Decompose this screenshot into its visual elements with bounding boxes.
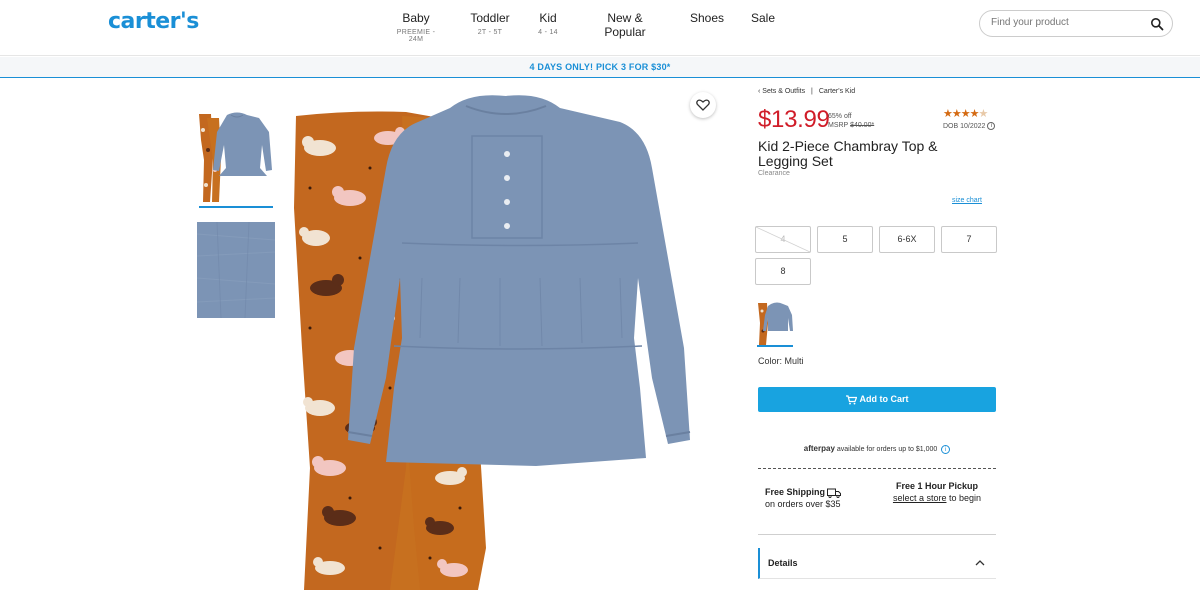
color-swatch-image (757, 301, 793, 345)
site-header: carter's Baby PREEMIE - 24M Toddler 2T -… (0, 0, 1200, 56)
msrp-label: MSRP (828, 122, 849, 129)
breadcrumb-separator: | (811, 88, 813, 95)
afterpay-text: available for orders up to $1,000 (836, 446, 938, 453)
pickup-title: Free 1 Hour Pickup (895, 481, 979, 491)
afterpay-message: afterpay available for orders up to $1,0… (758, 444, 996, 454)
size-option-8[interactable]: 8 (755, 258, 811, 285)
add-to-cart-label: Add to Cart (859, 394, 909, 404)
size-chart-link[interactable]: size chart (952, 197, 982, 204)
free-shipping-subtitle: on orders over $35 (765, 499, 841, 509)
thumbnail-outfit[interactable] (197, 110, 275, 206)
nav-baby[interactable]: Baby PREEMIE - 24M (389, 11, 443, 43)
rating-half-star: ★ (978, 108, 988, 120)
msrp-line: MSRP $40.00* (828, 121, 874, 130)
breadcrumb: ‹ Sets & Outfits | Carter's Kid (758, 88, 855, 95)
carters-logo[interactable]: carter's (108, 9, 199, 34)
nav-kid[interactable]: Kid 4 - 14 (532, 11, 564, 36)
thumbnail-fabric-image (197, 222, 275, 318)
nav-toddler-range: 2T - 5T (477, 29, 503, 36)
free-shipping-title: Free Shipping (765, 487, 826, 497)
nav-kid-range: 4 - 14 (538, 29, 558, 36)
size-option-6-6x[interactable]: 6-6X (879, 226, 935, 253)
chevron-up-icon (975, 560, 985, 566)
nav-toddler[interactable]: Toddler 2T - 5T (468, 11, 512, 36)
nav-sale[interactable]: Sale (748, 11, 778, 25)
clock-icon[interactable]: i (987, 122, 996, 130)
size-option-5[interactable]: 5 (817, 226, 873, 253)
nav-kid-label: Kid (539, 11, 557, 25)
clearance-label: Clearance (758, 170, 790, 177)
search-box[interactable] (979, 10, 1173, 37)
sale-price: $13.99 (758, 106, 830, 133)
truck-icon (827, 488, 842, 498)
product-title: Kid 2-Piece Chambray Top & Legging Set (758, 138, 938, 169)
search-input[interactable] (991, 17, 1141, 28)
size-option-4[interactable]: 4 (755, 226, 811, 253)
promo-banner[interactable]: 4 DAYS ONLY! PICK 3 FOR $30* (0, 57, 1200, 78)
product-illustration (294, 95, 691, 590)
discount-percent: 65% off (828, 113, 852, 120)
nav-toddler-label: Toddler (470, 11, 510, 25)
search-icon[interactable] (1150, 17, 1164, 31)
color-label: Color: Multi (758, 356, 804, 366)
color-swatch-multi[interactable] (757, 301, 793, 347)
rating-full-stars: ★★★★ (943, 108, 979, 120)
pickup-info: Free 1 Hour Pickup select a store to beg… (882, 480, 992, 504)
favorite-button[interactable] (690, 92, 716, 118)
nav-shoes[interactable]: Shoes (688, 11, 726, 25)
nav-new-popular[interactable]: New & Popular (586, 11, 664, 39)
nav-shoes-label: Shoes (689, 11, 725, 25)
discount-info: 65% off MSRP $40.00* (828, 112, 874, 130)
select-store-link[interactable]: select a store (893, 493, 947, 503)
divider (758, 534, 996, 535)
info-icon[interactable]: i (941, 444, 951, 454)
free-shipping-info: Free Shipping on orders over $35 (765, 486, 842, 510)
size-option-7[interactable]: 7 (941, 226, 997, 253)
breadcrumb-brand-link[interactable]: Carter's Kid (819, 88, 855, 95)
dob-text: DOB 10/2022 (943, 122, 986, 130)
breadcrumb-back-link[interactable]: ‹ Sets & Outfits (758, 88, 805, 95)
dob-info: DOB 10/2022 i (943, 122, 996, 130)
heart-icon (696, 99, 710, 111)
add-to-cart-button[interactable]: Add to Cart (758, 387, 996, 412)
rating-stars[interactable]: ★★★★★ (943, 107, 988, 120)
thumbnail-outfit-image (197, 110, 275, 206)
product-main-image (290, 88, 730, 590)
details-accordion[interactable]: Details (758, 548, 996, 579)
divider-dashed (758, 468, 996, 469)
thumbnail-active-indicator (199, 206, 273, 208)
nav-new-popular-label: New & Popular (604, 11, 646, 39)
cart-icon (845, 395, 857, 405)
details-label: Details (768, 558, 798, 568)
thumbnail-fabric[interactable] (197, 222, 275, 318)
nav-sale-label: Sale (750, 11, 776, 25)
nav-baby-label: Baby (402, 11, 430, 25)
afterpay-logo: afterpay (803, 444, 835, 453)
pickup-rest: to begin (949, 493, 982, 503)
msrp-price: $40.00* (850, 122, 875, 129)
nav-baby-range: PREEMIE - 24M (396, 29, 436, 43)
